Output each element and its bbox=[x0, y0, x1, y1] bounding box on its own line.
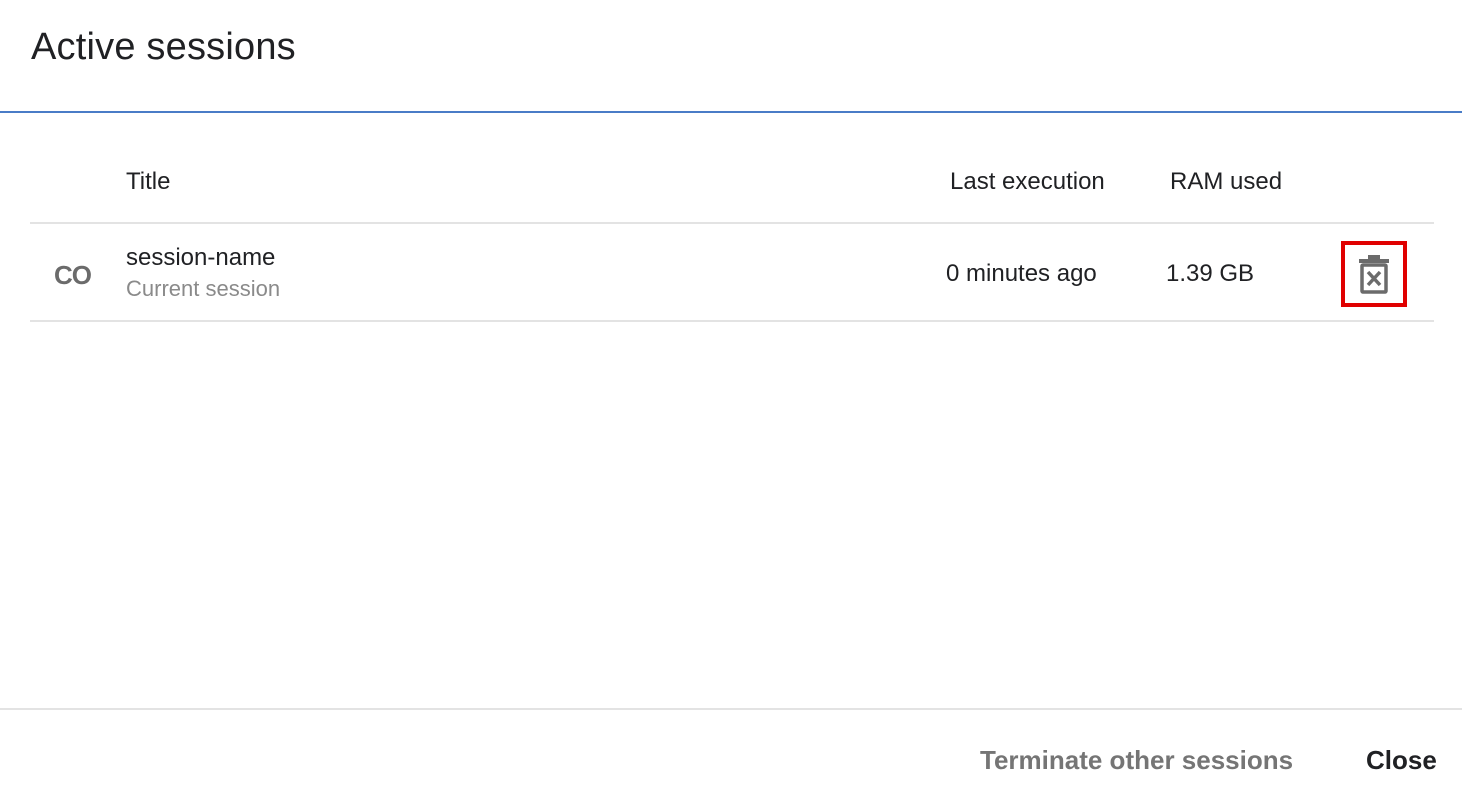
session-subtitle: Current session bbox=[126, 276, 281, 301]
session-name: session-name bbox=[126, 244, 276, 271]
active-sessions-dialog: Active sessions Title Last execution RAM… bbox=[0, 0, 1462, 792]
close-button[interactable]: Close bbox=[1366, 745, 1437, 776]
dialog-title: Active sessions bbox=[31, 26, 296, 68]
sessions-table: Title Last execution RAM used CO session… bbox=[30, 113, 1434, 322]
column-header-ram-used: RAM used bbox=[1170, 168, 1283, 195]
terminate-other-sessions-button[interactable]: Terminate other sessions bbox=[980, 745, 1293, 776]
footer-divider bbox=[0, 708, 1462, 710]
trash-x-icon bbox=[1359, 255, 1389, 294]
table-header: Title Last execution RAM used bbox=[30, 113, 1434, 224]
column-header-last-execution: Last execution bbox=[950, 168, 1105, 195]
column-header-title: Title bbox=[126, 168, 171, 195]
session-ram-used: 1.39 GB bbox=[1166, 260, 1255, 287]
colab-logo-icon: CO bbox=[54, 260, 92, 290]
session-last-execution: 0 minutes ago bbox=[946, 260, 1097, 287]
table-row: CO session-name Current session 0 minute… bbox=[30, 224, 1434, 322]
terminate-session-button[interactable] bbox=[1341, 241, 1407, 307]
